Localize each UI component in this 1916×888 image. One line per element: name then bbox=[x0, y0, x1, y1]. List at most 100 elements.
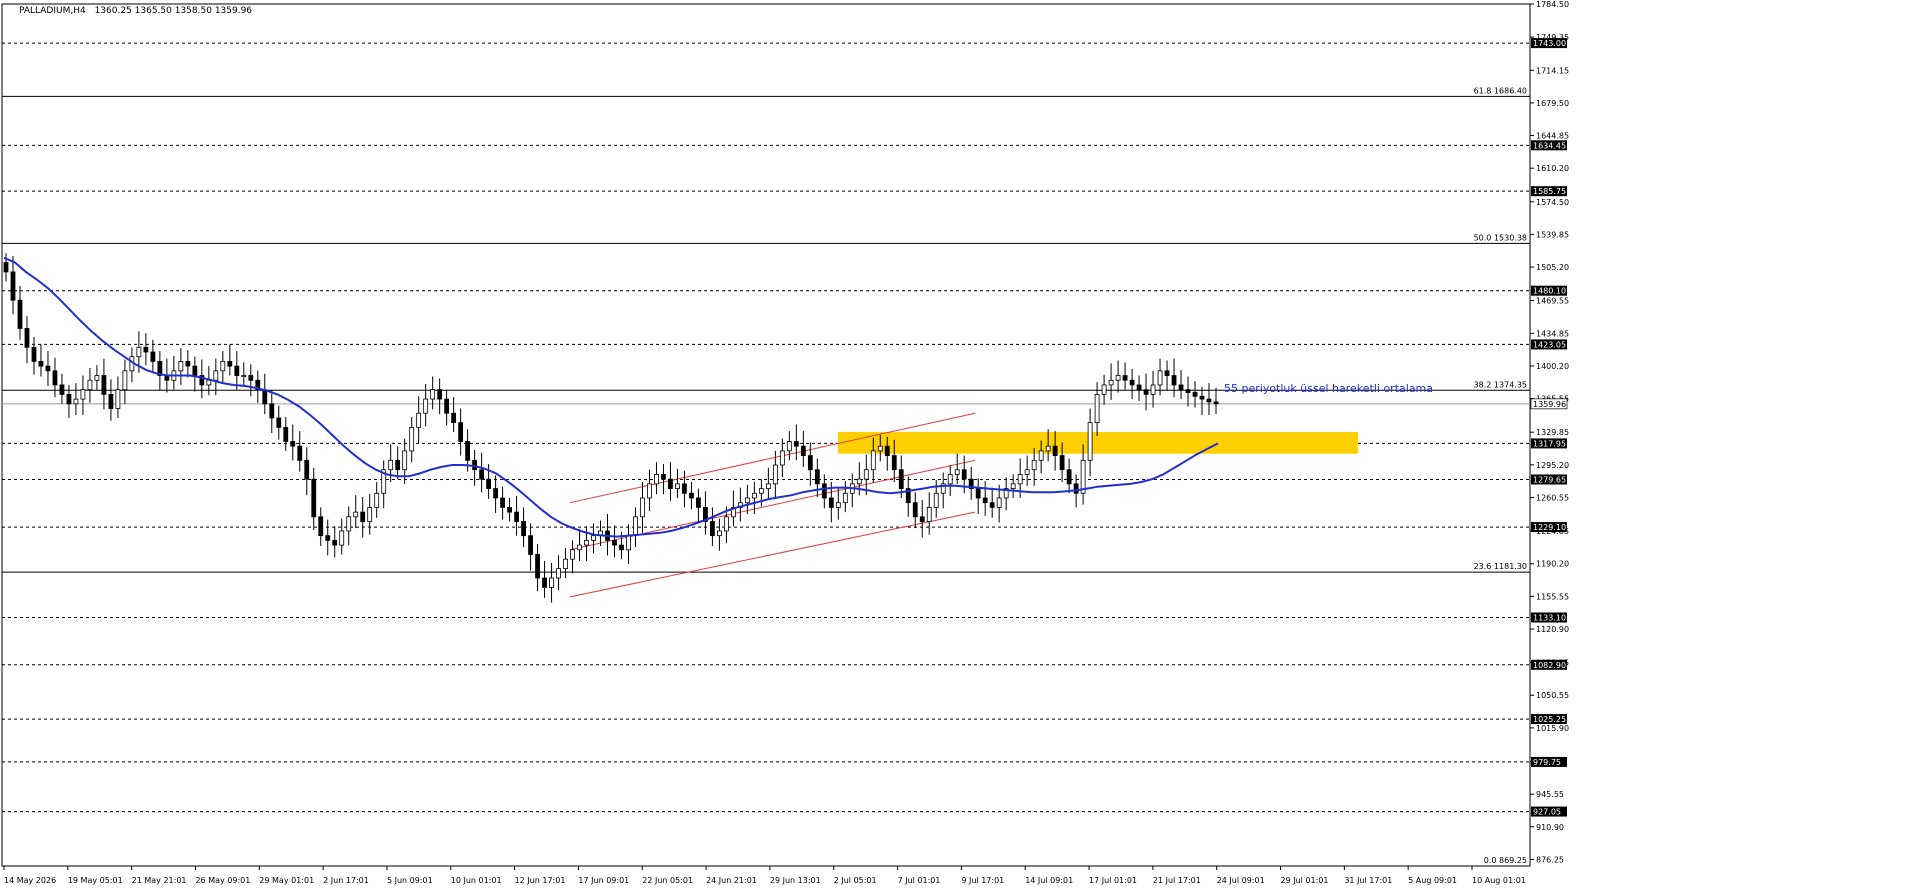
candle-body bbox=[1192, 392, 1198, 397]
y-tick-label: 1434.85 bbox=[1536, 329, 1569, 338]
candle-body bbox=[3, 262, 9, 273]
candle-body bbox=[402, 450, 408, 471]
candle-body bbox=[717, 530, 722, 537]
instrument-label: PALLADIUM,H4 bbox=[19, 6, 86, 16]
candle-body bbox=[1038, 450, 1044, 461]
level-price-label: 1634.45 bbox=[1531, 140, 1567, 151]
candle-body bbox=[619, 544, 624, 551]
fibonacci-level-label: 61.8 1686.40 bbox=[1474, 86, 1527, 95]
candle-body bbox=[786, 441, 792, 452]
candle-body bbox=[115, 389, 121, 409]
candle-body bbox=[542, 577, 547, 588]
candle-body bbox=[961, 469, 967, 480]
x-tick-label: 29 May 01:01 bbox=[259, 876, 314, 885]
candle-body bbox=[311, 478, 317, 518]
y-tick-label: 1260.55 bbox=[1536, 493, 1569, 502]
fibonacci-level-label: 38.2 1374.35 bbox=[1474, 380, 1527, 389]
price-chart[interactable]: 61.8 1686.40 50.0 1530.38 38.2 1374.35 23.6… bbox=[0, 0, 1916, 888]
candle-body bbox=[493, 488, 498, 499]
candle-body bbox=[360, 511, 366, 522]
candle-body bbox=[1094, 393, 1100, 424]
candle-body bbox=[122, 370, 128, 391]
candle-body bbox=[1045, 445, 1051, 452]
candle-body bbox=[444, 398, 450, 414]
candle-body bbox=[758, 488, 764, 494]
candle-body bbox=[304, 459, 310, 480]
x-tick-label: 2 Jul 05:01 bbox=[834, 876, 877, 885]
candle-body bbox=[744, 497, 750, 504]
candle-body bbox=[59, 384, 65, 395]
candle-body bbox=[1101, 384, 1107, 395]
candle-body bbox=[227, 361, 233, 367]
current-price-label: 1359.96 bbox=[1530, 398, 1568, 410]
candle-body bbox=[66, 393, 72, 405]
candle-body bbox=[1115, 375, 1121, 381]
candle-body bbox=[241, 375, 247, 377]
candle-body bbox=[1199, 395, 1205, 400]
candle-body bbox=[1024, 469, 1030, 475]
candle-body bbox=[332, 539, 338, 546]
candle-body bbox=[185, 361, 191, 367]
candle-body bbox=[549, 577, 554, 588]
y-tick-label: 1784.50 bbox=[1536, 0, 1569, 9]
candle-body bbox=[353, 511, 359, 518]
candle-body bbox=[108, 393, 114, 409]
level-price-label: 927.05 bbox=[1531, 806, 1567, 817]
candle-body bbox=[1031, 459, 1037, 471]
candle-body bbox=[248, 375, 254, 381]
candle-body bbox=[339, 530, 345, 546]
x-tick-label: 2 Jun 17:01 bbox=[323, 876, 369, 885]
candle-body bbox=[297, 445, 303, 461]
candle-body bbox=[143, 346, 149, 353]
level-label-text: 1480.10 bbox=[1533, 287, 1566, 296]
x-tick-label: 10 Aug 01:01 bbox=[1472, 876, 1526, 885]
candle-body bbox=[325, 535, 331, 541]
candle-body bbox=[1066, 469, 1072, 485]
y-tick-label: 1050.55 bbox=[1536, 691, 1569, 700]
level-price-label: 1423.05 bbox=[1531, 339, 1567, 350]
resistance-zone-layer bbox=[838, 432, 1358, 454]
level-label-text: 1133.10 bbox=[1533, 614, 1566, 623]
fibonacci-level-label: 23.6 1181.30 bbox=[1474, 562, 1527, 571]
y-tick-label: 1015.90 bbox=[1536, 724, 1569, 733]
candle-body bbox=[668, 478, 673, 489]
y-tick-label: 1679.50 bbox=[1536, 99, 1569, 108]
candle-body bbox=[1171, 375, 1177, 386]
level-label-text: 1082.90 bbox=[1533, 661, 1566, 670]
level-label-text: 1743.00 bbox=[1533, 39, 1566, 48]
resistance-zone bbox=[838, 432, 1358, 454]
candle-body bbox=[479, 469, 485, 480]
candle-body bbox=[234, 365, 240, 376]
x-tick-label: 17 Jul 01:01 bbox=[1089, 876, 1137, 885]
x-tick-label: 5 Aug 09:01 bbox=[1408, 876, 1457, 885]
candle-body bbox=[828, 497, 834, 508]
x-tick-label: 24 Jun 21:01 bbox=[706, 876, 757, 885]
level-price-label: 1317.95 bbox=[1531, 438, 1567, 449]
candle-body bbox=[213, 370, 219, 381]
y-tick-label: 1400.20 bbox=[1536, 362, 1569, 371]
candle-body bbox=[612, 539, 617, 546]
level-label-text: 1317.95 bbox=[1533, 439, 1566, 448]
candle-body bbox=[884, 445, 890, 457]
candle-body bbox=[891, 455, 897, 471]
candle-body bbox=[919, 516, 925, 522]
x-tick-label: 12 Jun 17:01 bbox=[515, 876, 566, 885]
level-label-text: 1025.25 bbox=[1533, 715, 1566, 724]
candle-body bbox=[80, 389, 86, 400]
candle-body bbox=[724, 516, 729, 532]
candle-body bbox=[178, 361, 184, 372]
candle-body bbox=[661, 474, 666, 480]
y-tick-label: 1295.20 bbox=[1536, 461, 1569, 470]
candle-body bbox=[1052, 445, 1058, 457]
candle-body bbox=[1122, 375, 1128, 381]
y-tick-label: 910.90 bbox=[1536, 823, 1564, 832]
level-price-label: 1279.65 bbox=[1531, 474, 1567, 485]
candle-body bbox=[521, 521, 526, 537]
candle-body bbox=[1143, 389, 1149, 395]
ema-annotation: 55 periyotluk üssel hareketli ortalama bbox=[1224, 382, 1433, 395]
level-label-text: 1229.10 bbox=[1533, 523, 1566, 532]
y-tick-label: 945.55 bbox=[1536, 790, 1564, 799]
candle-body bbox=[535, 554, 540, 579]
candle-body bbox=[528, 535, 533, 555]
x-tick-label: 5 Jun 09:01 bbox=[387, 876, 433, 885]
